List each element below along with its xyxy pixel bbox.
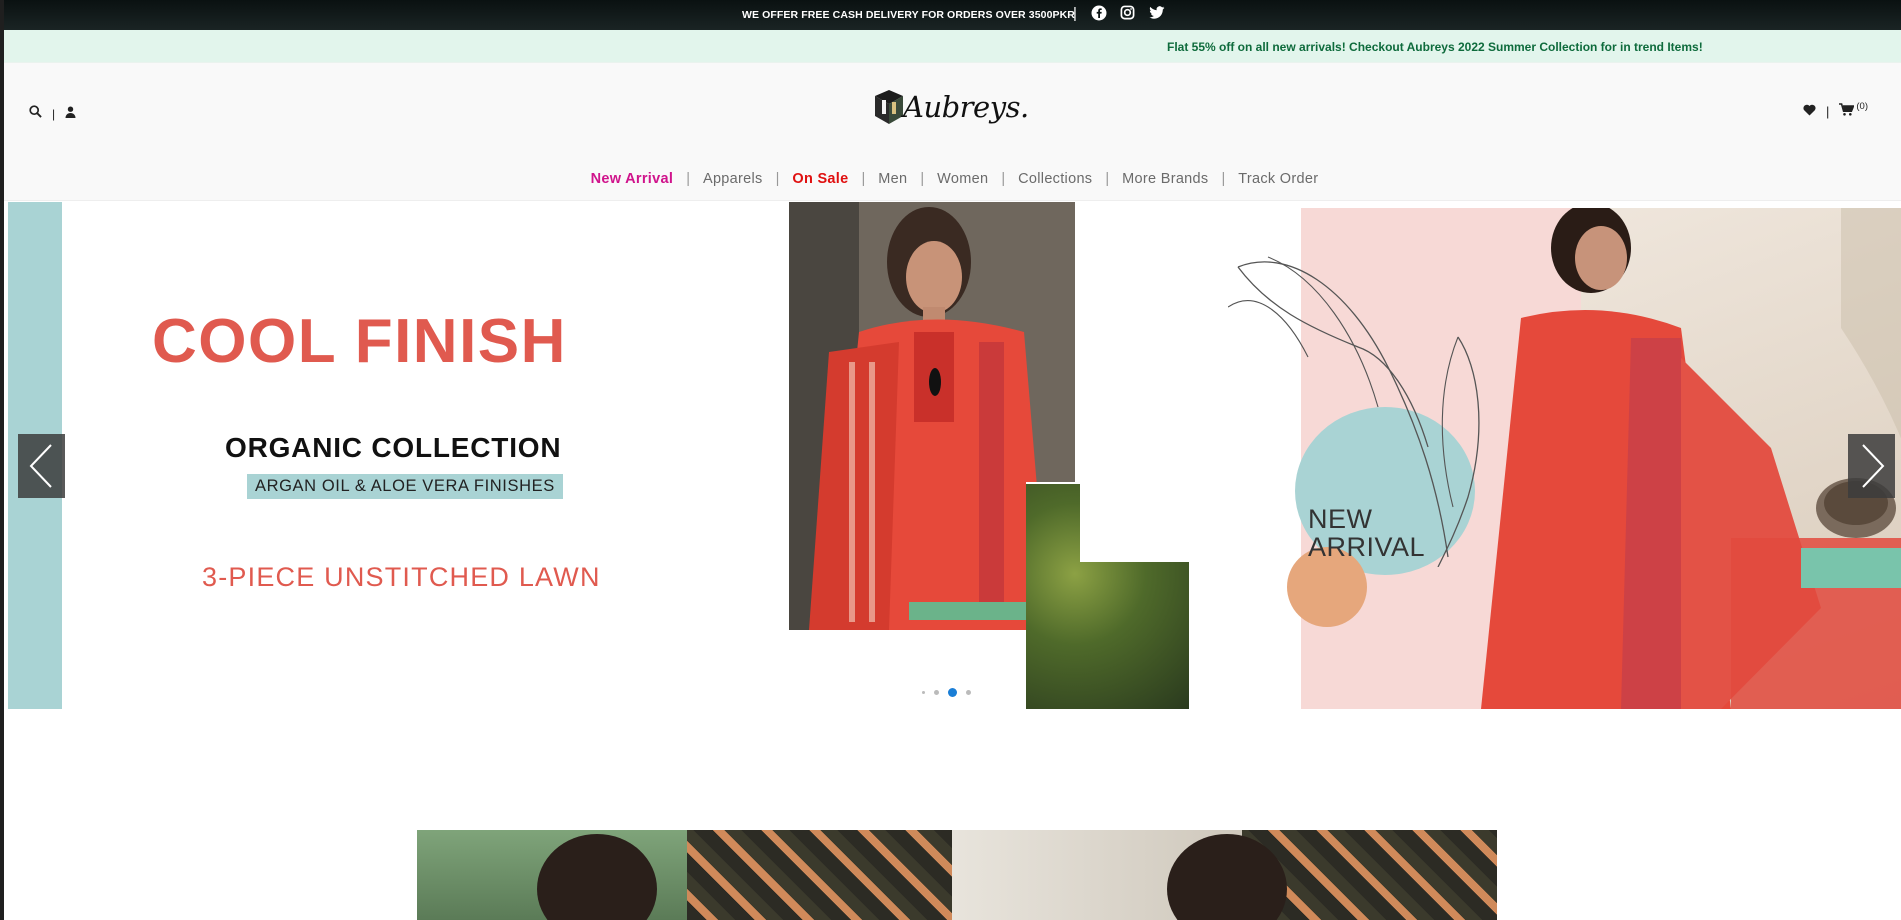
chevron-left-icon [29, 444, 52, 488]
collection-banner[interactable] [417, 830, 1497, 920]
instagram-icon[interactable] [1119, 4, 1136, 21]
nav-men[interactable]: Men [865, 171, 920, 187]
page: WE OFFER FREE CASH DELIVERY FOR ORDERS O… [0, 0, 1901, 920]
slider-dot[interactable] [922, 691, 925, 694]
logo-mark-icon [875, 90, 903, 124]
search-icon[interactable] [29, 105, 42, 123]
nav-track-order[interactable]: Track Order [1225, 171, 1331, 187]
nav-collections[interactable]: Collections [1005, 171, 1105, 187]
chevron-right-icon [1861, 444, 1884, 488]
hero-product-line: 3-PIECE UNSTITCHED LAWN [202, 562, 601, 592]
nav-apparels[interactable]: Apparels [690, 171, 776, 187]
new-arrival-badge: NEW ARRIVAL [1308, 505, 1425, 561]
header-left-separator: | [52, 107, 56, 121]
hero-slider[interactable]: COOL FINISH ORGANIC COLLECTION ARGAN OIL… [8, 202, 1901, 709]
olive-photo [1026, 482, 1189, 709]
new-arrival-line1: NEW [1308, 504, 1373, 534]
cart-icon[interactable] [1839, 103, 1856, 119]
wishlist-heart-icon[interactable] [1803, 104, 1816, 119]
slider-next-button[interactable] [1848, 434, 1895, 498]
topbar-separator: | [1073, 5, 1077, 22]
sale-marquee: Flat 55% off on all new arrivals! Checko… [4, 30, 1901, 63]
brand-logo[interactable]: Aubreys. [873, 90, 1029, 124]
marquee-message[interactable]: Flat 55% off on all new arrivals! Checko… [1167, 40, 1703, 54]
slider-dots [922, 688, 971, 697]
nav-women[interactable]: Women [924, 171, 1001, 187]
hero-subheadline: ORGANIC COLLECTION [225, 432, 562, 463]
header-right-separator: | [1826, 103, 1830, 119]
social-links [1090, 4, 1165, 21]
slider-dot[interactable] [966, 690, 971, 695]
main-navigation: New Arrival | Apparels | On Sale | Men |… [4, 171, 1901, 187]
header-left-tools: | [29, 105, 76, 123]
nav-more-brands[interactable]: More Brands [1109, 171, 1221, 187]
site-header: | Aubreys. | (0) New Arrival | Apparels … [4, 63, 1901, 201]
logo-wordmark: Aubreys. [903, 90, 1029, 124]
slider-dot-active[interactable] [948, 688, 957, 697]
facebook-icon[interactable] [1090, 4, 1107, 21]
slider-prev-button[interactable] [18, 434, 65, 498]
header-right-tools: | (0) [1803, 101, 1868, 119]
user-icon[interactable] [65, 105, 76, 123]
new-arrival-line2: ARRIVAL [1308, 532, 1426, 562]
nav-new-arrival[interactable]: New Arrival [578, 171, 687, 187]
nav-on-sale[interactable]: On Sale [779, 171, 861, 187]
cart-count[interactable]: (0) [1856, 101, 1868, 112]
delivery-promo-text: WE OFFER FREE CASH DELIVERY FOR ORDERS O… [742, 9, 1075, 21]
top-announcement-bar: WE OFFER FREE CASH DELIVERY FOR ORDERS O… [4, 0, 1901, 30]
slider-dot[interactable] [934, 690, 939, 695]
twitter-icon[interactable] [1148, 4, 1165, 21]
hero-tagline: ARGAN OIL & ALOE VERA FINISHES [247, 474, 563, 499]
hero-headline: COOL FINISH [152, 307, 567, 376]
